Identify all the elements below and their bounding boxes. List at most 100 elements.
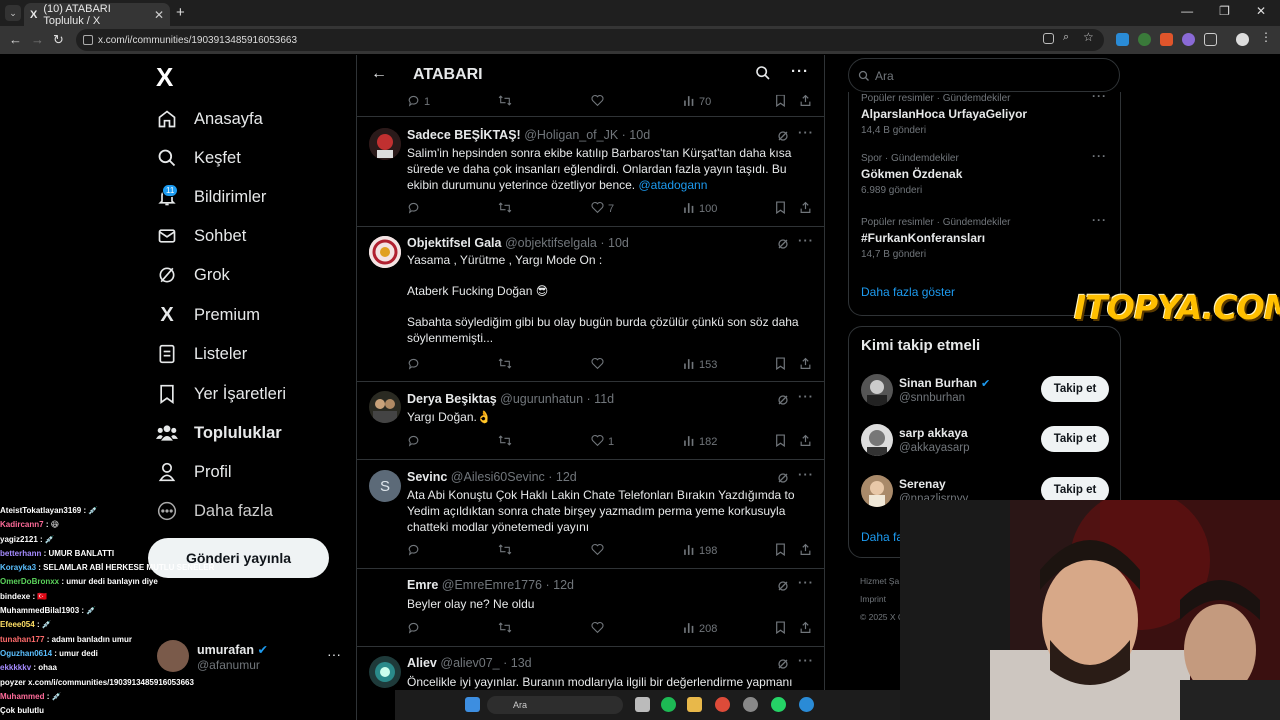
site-info-icon[interactable] <box>83 35 93 45</box>
more-icon[interactable]: ··· <box>798 125 814 140</box>
follow-suggestion[interactable]: sarp akkaya @akkayasarp Takip et <box>861 424 1111 458</box>
tweet[interactable]: S Sevinc @Ailesi60Sevinc · 12d ··· Ata A… <box>357 460 824 569</box>
share-icon[interactable] <box>799 434 812 447</box>
forward-arrow-icon[interactable]: → <box>31 32 44 47</box>
grok-icon[interactable] <box>777 237 789 249</box>
tweet-time[interactable]: · 13d <box>503 656 532 670</box>
follow-button[interactable]: Takip et <box>1041 426 1109 452</box>
tweet-author-name[interactable]: Emre <box>407 578 438 592</box>
retweet-action[interactable] <box>498 434 516 450</box>
views-action[interactable]: 100 <box>683 201 717 217</box>
reload-icon[interactable]: ↻ <box>53 32 64 48</box>
profile-avatar-icon[interactable] <box>1236 33 1249 46</box>
close-tab-icon[interactable]: ✕ <box>154 8 164 22</box>
reply-action[interactable] <box>407 434 424 450</box>
app-icon[interactable] <box>799 697 814 712</box>
grok-icon[interactable] <box>777 471 789 483</box>
trend-item[interactable]: Spor · Gündemdekiler Gökmen Özdenak 6.98… <box>861 149 1111 196</box>
extensions-puzzle-icon[interactable] <box>1204 33 1217 46</box>
url-field[interactable]: x.com/i/communities/1903913485916053663 <box>76 29 1104 51</box>
maximize-button[interactable]: ❐ <box>1219 4 1230 18</box>
footer-link[interactable]: Hizmet Şa <box>860 572 904 590</box>
taskbar-search[interactable]: Ara <box>487 696 623 714</box>
trend-item[interactable]: Popüler resimler · Gündemdekiler #Furkan… <box>861 213 1111 260</box>
share-icon[interactable] <box>799 543 812 556</box>
share-icon[interactable] <box>799 621 812 634</box>
tweet-handle[interactable]: @Ailesi60Sevinc <box>451 470 545 484</box>
nav-premium[interactable]: X Premium <box>156 301 260 329</box>
retweet-action[interactable] <box>498 201 516 217</box>
minimize-button[interactable]: — <box>1181 4 1193 18</box>
tweet-time[interactable]: · 10d <box>622 128 651 142</box>
reply-action[interactable]: 1 <box>407 94 430 110</box>
file-explorer-icon[interactable] <box>687 697 702 712</box>
extension-g-icon[interactable] <box>1138 33 1151 46</box>
nav-profile[interactable]: Profil <box>156 458 232 486</box>
cast-icon[interactable] <box>1043 33 1054 44</box>
more-icon[interactable]: ··· <box>798 389 814 404</box>
nav-lists[interactable]: Listeler <box>156 340 247 368</box>
share-icon[interactable] <box>799 357 812 370</box>
like-action[interactable] <box>591 357 608 373</box>
tweet-time[interactable]: · 10d <box>600 236 629 250</box>
chrome-icon[interactable] <box>715 697 730 712</box>
bookmark-icon[interactable] <box>775 621 786 634</box>
tweet[interactable]: Sadece BEŞİKTAŞ! @Holigan_of_JK · 10d ··… <box>357 117 824 227</box>
like-action[interactable] <box>591 621 608 637</box>
extension-fox-icon[interactable] <box>1160 33 1173 46</box>
reply-action[interactable] <box>407 357 424 373</box>
tweet-author-name[interactable]: Objektifsel Gala <box>407 236 501 250</box>
bookmark-icon[interactable] <box>775 434 786 447</box>
nav-home[interactable]: Anasayfa <box>156 105 263 133</box>
extension-m-icon[interactable] <box>1116 33 1129 46</box>
x-logo-icon[interactable]: X <box>156 62 173 93</box>
more-icon[interactable]: ··· <box>798 653 814 668</box>
views-action[interactable]: 153 <box>683 357 717 373</box>
bookmark-icon[interactable] <box>775 94 786 107</box>
tweet-handle[interactable]: @objektifselgala <box>505 236 597 250</box>
grok-icon[interactable] <box>777 579 789 591</box>
mention-link[interactable]: @atadogann <box>638 178 707 192</box>
bookmark-icon[interactable] <box>775 357 786 370</box>
follow-button[interactable]: Takip et <box>1041 376 1109 402</box>
tweet-author-name[interactable]: Derya Beşiktaş <box>407 392 497 406</box>
more-icon[interactable]: ··· <box>327 646 341 662</box>
tweet-time[interactable]: · 12d <box>545 578 574 592</box>
search-icon[interactable] <box>755 65 771 86</box>
more-icon[interactable]: ··· <box>1092 149 1107 163</box>
zoom-icon[interactable]: ⌕ <box>1063 31 1076 44</box>
share-icon[interactable] <box>799 94 812 107</box>
tweet-handle[interactable]: @ugurunhatun <box>500 392 583 406</box>
tweet-handle[interactable]: @EmreEmre1776 <box>442 578 542 592</box>
views-action[interactable]: 208 <box>683 621 717 637</box>
more-icon[interactable]: ··· <box>798 575 814 590</box>
grok-icon[interactable] <box>777 393 789 405</box>
tweet[interactable]: Objektifsel Gala @objektifselgala · 10d … <box>357 227 824 382</box>
like-action[interactable]: 1 <box>591 434 614 450</box>
retweet-action[interactable] <box>498 621 516 637</box>
show-more-link[interactable]: Daha fa <box>861 530 903 544</box>
follow-suggestion[interactable]: Sinan Burhan ✔ @snnburhan Takip et <box>861 374 1111 408</box>
retweet-action[interactable] <box>498 543 516 559</box>
nav-communities[interactable]: Topluluklar <box>156 419 282 447</box>
reply-action[interactable] <box>407 201 424 217</box>
spotify-icon[interactable] <box>661 697 676 712</box>
browser-menu-icon[interactable]: ⋮ <box>1260 30 1273 44</box>
like-action[interactable] <box>591 543 608 559</box>
search-input[interactable]: Ara <box>848 58 1120 92</box>
close-window-button[interactable]: ✕ <box>1256 4 1266 18</box>
nav-messages[interactable]: Sohbet <box>156 222 246 250</box>
reply-action[interactable] <box>407 543 424 559</box>
tweet[interactable]: Derya Beşiktaş @ugurunhatun · 11d ··· Ya… <box>357 382 824 460</box>
tweet-author-name[interactable]: Aliev <box>407 656 437 670</box>
back-arrow-icon[interactable]: ← <box>371 65 387 83</box>
back-arrow-icon[interactable]: ← <box>9 32 22 47</box>
nav-grok[interactable]: Grok <box>156 261 230 289</box>
tweet[interactable]: Emre @EmreEmre1776 · 12d ··· Beyler olay… <box>357 569 824 647</box>
like-action[interactable] <box>591 94 608 110</box>
nav-explore[interactable]: Keşfet <box>156 144 241 172</box>
retweet-action[interactable] <box>498 94 516 110</box>
tab-search-button[interactable]: ⌄ <box>5 5 21 21</box>
new-tab-button[interactable]: + <box>176 4 185 21</box>
more-icon[interactable]: ··· <box>1092 89 1107 103</box>
